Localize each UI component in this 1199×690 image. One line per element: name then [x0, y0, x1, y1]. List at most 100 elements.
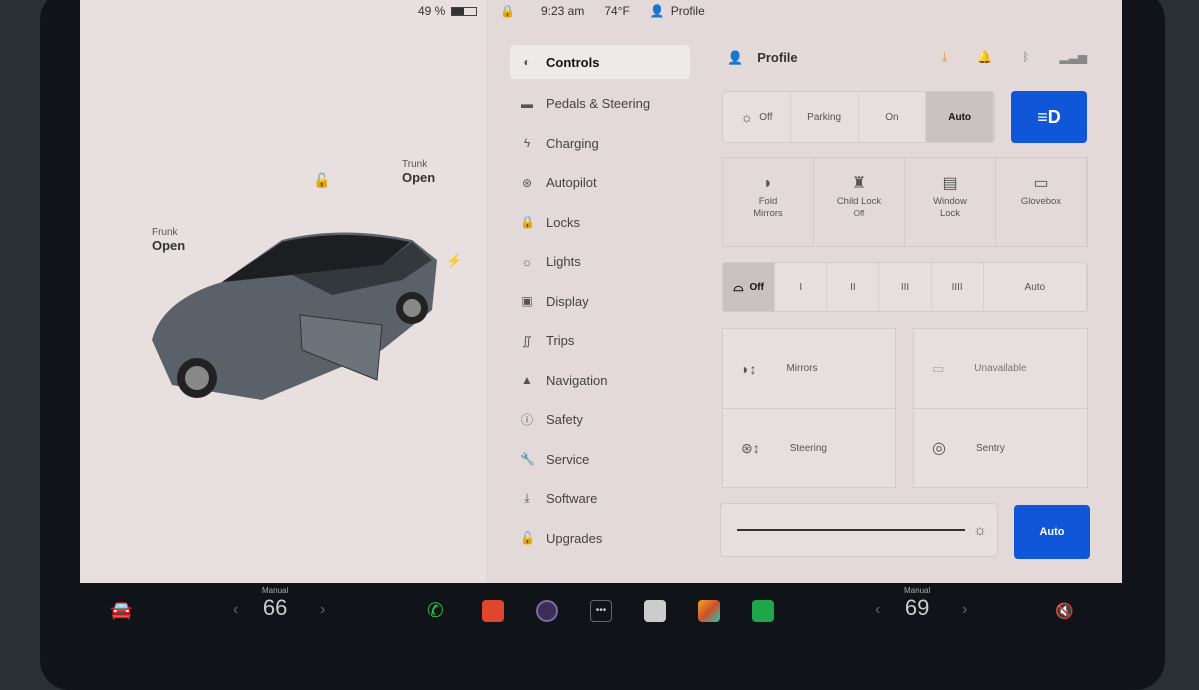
menu-item-controls[interactable]: ◐ Controls: [510, 45, 690, 79]
more-apps-icon[interactable]: •••: [590, 600, 612, 622]
wiper-off[interactable]: ⌓ Off: [723, 263, 776, 311]
menu-item-charging[interactable]: ϟ Charging: [510, 124, 690, 164]
menu-item-locks[interactable]: 🔒 Locks: [510, 203, 690, 243]
brightness-icon: ☼: [973, 521, 987, 539]
menu-item-service[interactable]: 🔧 Service: [510, 440, 690, 480]
unlock-icon[interactable]: 🔓: [313, 172, 330, 189]
menu-item-label: Upgrades: [546, 530, 603, 546]
toybox-app-icon[interactable]: [698, 600, 720, 622]
trunk-status[interactable]: Trunk Open: [402, 159, 435, 185]
bell-icon[interactable]: 🔔: [977, 50, 992, 65]
menu-item-display[interactable]: ▣ Display: [510, 282, 690, 322]
profile-button[interactable]: Profile: [671, 4, 705, 18]
headlights-selector: ☼ Off Parking On Auto: [722, 91, 995, 143]
right-temp-up[interactable]: ›: [962, 601, 967, 619]
quick-fold-mirrors[interactable]: ◗ Fold Mirrors: [723, 158, 814, 246]
steering-adjust-button[interactable]: ⊛↕ Steering: [722, 408, 896, 488]
alert-icon: ⓘ: [520, 413, 533, 428]
brightness-track[interactable]: [737, 529, 965, 531]
bluetooth-icon[interactable]: ᛒ: [1022, 50, 1029, 65]
driver-temp[interactable]: Manual 66: [262, 586, 288, 621]
car-image: [152, 232, 437, 400]
bolt-icon: ϟ: [523, 136, 531, 151]
menu-item-label: Trips: [546, 333, 575, 349]
charge-port-icon[interactable]: ⚡: [446, 253, 462, 269]
menu-item-software[interactable]: ⤓ Software: [510, 479, 690, 519]
sentry-button[interactable]: ◎ Sentry: [913, 408, 1088, 488]
wrench-icon: 🔧: [520, 452, 535, 467]
mute-volume-icon[interactable]: 🔇: [1055, 602, 1074, 620]
fold-mirrors-icon: ◗: [763, 175, 773, 192]
headlights-on[interactable]: On: [859, 92, 927, 142]
profile-header[interactable]: 👤 Profile: [727, 50, 798, 66]
left-temp-down[interactable]: ‹: [233, 601, 238, 619]
headlights-auto[interactable]: Auto: [926, 92, 994, 142]
left-temp-up[interactable]: ›: [320, 601, 325, 619]
profile-icon: 👤: [649, 4, 665, 18]
menu-item-label: Navigation: [546, 372, 608, 388]
unavailable-tile: ▭ Unavailable: [913, 328, 1088, 408]
lock-icon[interactable]: 🔒: [500, 4, 515, 18]
sun-icon: ☼: [521, 254, 533, 269]
wiper-speed-1[interactable]: I: [775, 263, 828, 311]
menu-item-label: Controls: [546, 54, 600, 70]
quick-controls: ◗ Fold Mirrors ♜ Child Lock Off ▤ Window Lock ▭…: [722, 157, 1088, 247]
menu-item-label: Service: [546, 451, 590, 467]
profile-icon: 👤: [727, 50, 744, 65]
camera-icon: ▭: [932, 360, 945, 376]
download-icon: ⤓: [524, 491, 530, 506]
car-icon[interactable]: 🚘: [110, 600, 132, 621]
battery-icon: [451, 6, 478, 16]
wiper-speed-3[interactable]: III: [879, 263, 932, 311]
car-view-pane: 49 % Frunk Open Trunk Open 🔓 ⚡: [80, 0, 486, 583]
wiper-selector: ⌓ Off I II III IIII Auto: [722, 262, 1088, 312]
right-temp-down[interactable]: ‹: [875, 601, 880, 619]
quick-glovebox[interactable]: ▭ Glovebox: [996, 158, 1087, 246]
child-lock-icon: ♜: [851, 175, 867, 192]
wiper-speed-2[interactable]: II: [827, 263, 880, 311]
steering-wheel-icon: ⊛↕: [741, 439, 760, 456]
sentry-icon: ◎: [932, 440, 946, 457]
car-icon: ▬: [521, 96, 533, 111]
passenger-temp[interactable]: Manual 69: [904, 586, 930, 621]
menu-item-lights[interactable]: ☼ Lights: [510, 242, 690, 282]
radio-app-icon[interactable]: [644, 600, 666, 622]
auto-high-beam-button[interactable]: ≡D: [1011, 91, 1087, 143]
menu-item-upgrades[interactable]: 🔓 Upgrades: [510, 519, 690, 559]
menu-item-label: Autopilot: [546, 175, 597, 191]
menu-item-safety[interactable]: ⓘ Safety: [510, 400, 690, 440]
menu-item-label: Pedals & Steering: [546, 96, 651, 112]
camera-app-icon[interactable]: [536, 600, 558, 622]
menu-item-navigation[interactable]: ▲ Navigation: [510, 361, 690, 401]
menu-item-autopilot[interactable]: ⊛ Autopilot: [510, 163, 690, 203]
lock-icon: 🔒: [520, 215, 535, 230]
menu-item-label: Charging: [546, 135, 599, 151]
menu-item-label: Locks: [546, 214, 580, 230]
mirror-icon: ◗↕: [741, 360, 757, 377]
menu-item-label: Display: [546, 293, 589, 309]
auto-headlight-icon: ≡D: [1037, 106, 1061, 127]
header-icons: ⤓ 🔔 ᛒ ▂▃▅: [942, 50, 1087, 65]
download-icon[interactable]: ⤓: [942, 50, 947, 65]
media-app-icon[interactable]: [482, 600, 504, 622]
touchscreen: 49 % Frunk Open Trunk Open 🔓 ⚡ 🔒 9:23 am 7…: [80, 0, 1122, 583]
brightness-auto-button[interactable]: Auto: [1014, 505, 1090, 559]
battery-status: 49 %: [418, 4, 478, 18]
headlights-off[interactable]: ☼ Off: [723, 92, 791, 142]
energy-app-icon[interactable]: [752, 600, 774, 622]
wiper-auto[interactable]: Auto: [984, 263, 1087, 311]
wiper-icon: ⌓: [733, 279, 744, 294]
wiper-speed-4[interactable]: IIII: [932, 263, 984, 311]
wheel-icon: ⊛: [521, 175, 533, 190]
brightness-slider[interactable]: ☼: [720, 503, 998, 557]
settings-menu: ◐ Controls ▬ Pedals & Steering ϟ Charging ⊛ Aut…: [510, 45, 690, 558]
phone-icon[interactable]: ✆: [427, 598, 444, 623]
headlights-parking[interactable]: Parking: [791, 92, 859, 142]
mirrors-adjust-button[interactable]: ◗↕ Mirrors: [722, 328, 896, 408]
menu-item-trips[interactable]: ∬ Trips: [510, 321, 690, 361]
quick-window-lock[interactable]: ▤ Window Lock: [905, 158, 996, 246]
quick-child-lock[interactable]: ♜ Child Lock Off: [814, 158, 905, 246]
menu-item-pedals-steering[interactable]: ▬ Pedals & Steering: [510, 84, 690, 124]
menu-item-label: Safety: [546, 412, 583, 428]
lte-signal-icon: ▂▃▅: [1059, 50, 1088, 64]
